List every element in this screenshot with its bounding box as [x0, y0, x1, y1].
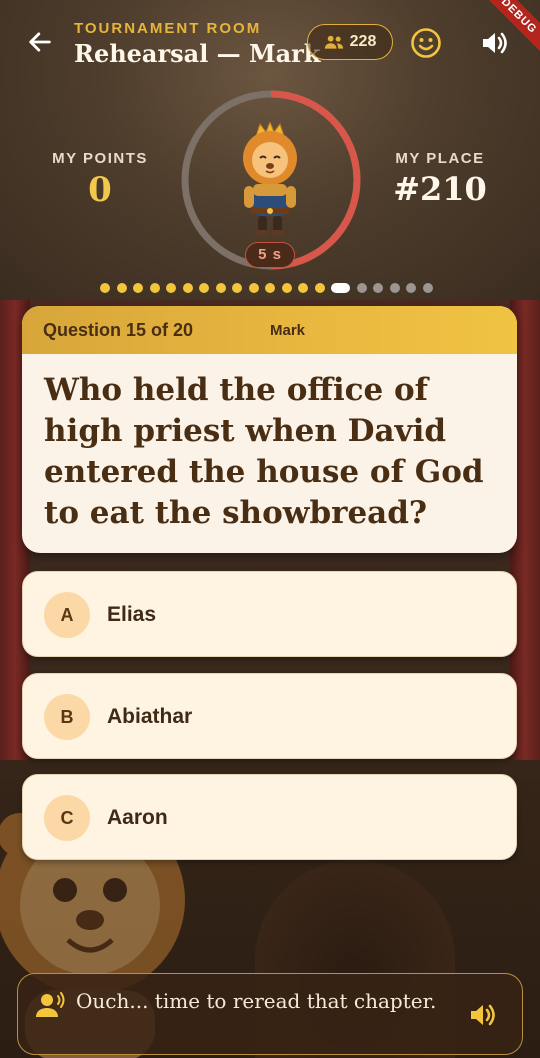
progress-dot — [265, 283, 275, 293]
back-button[interactable] — [22, 24, 58, 60]
speaker-icon[interactable] — [468, 1000, 498, 1030]
answer-option-a[interactable]: A Elias — [22, 571, 517, 657]
progress-dot — [298, 283, 308, 293]
progress-dot — [133, 283, 143, 293]
players-count: 228 — [349, 33, 377, 50]
answer-text: Aaron — [107, 806, 168, 829]
progress-dot — [116, 283, 127, 293]
progress-dot — [356, 283, 367, 293]
progress-dot — [182, 283, 193, 293]
progress-dot — [373, 283, 383, 293]
progress-dot — [422, 283, 433, 293]
answer-letter-badge: B — [44, 694, 90, 740]
room-title: Rehearsal — Mark — [74, 39, 321, 68]
my-place-label: MY PLACE — [395, 150, 485, 167]
progress-dot — [281, 283, 292, 293]
lion-mascot-icon — [243, 122, 297, 236]
question-number: Question 15 of 20 — [43, 320, 194, 340]
answer-option-c[interactable]: C Aaron — [22, 774, 517, 860]
answer-option-b[interactable]: B Abiathar — [22, 673, 517, 759]
feedback-bar: Ouch... time to reread that chapter. — [17, 973, 523, 1055]
question-progress-dots — [100, 283, 433, 293]
progress-dot — [314, 283, 325, 293]
progress-dot — [149, 283, 160, 293]
progress-dot — [406, 283, 416, 293]
progress-dot — [166, 283, 176, 293]
feedback-text: Ouch... time to reread that chapter. — [76, 989, 437, 1013]
progress-dot-current — [331, 283, 350, 293]
progress-dot — [199, 283, 209, 293]
progress-dot — [232, 283, 242, 293]
question-card: Question 15 of 20 Mark Who held the offi… — [22, 306, 517, 553]
question-player-name: Mark — [270, 322, 306, 339]
answer-text: Elias — [107, 603, 157, 626]
arrow-left-icon — [29, 32, 51, 52]
speaker-icon[interactable] — [480, 28, 510, 58]
timer-seconds-badge: 5 s — [245, 242, 295, 268]
answer-letter-badge: C — [44, 795, 90, 841]
speaking-person-icon — [36, 992, 65, 1017]
answer-letter-badge: A — [44, 592, 90, 638]
players-count-pill[interactable]: 228 — [307, 24, 393, 60]
question-text: Who held the office of high priest when … — [44, 372, 484, 531]
progress-dot — [248, 283, 259, 293]
question-card-header: Question 15 of 20 Mark — [22, 306, 517, 354]
my-points-value: 0 — [88, 170, 112, 210]
room-label: TOURNAMENT ROOM — [74, 20, 262, 37]
progress-dot — [215, 283, 226, 293]
smiley-icon[interactable] — [410, 27, 442, 59]
answer-text: Abiathar — [107, 705, 193, 728]
progress-dot — [389, 283, 400, 293]
my-points-label: MY POINTS — [52, 150, 148, 167]
my-place-value: #210 — [393, 170, 487, 208]
people-icon — [324, 35, 343, 49]
progress-dot — [100, 283, 110, 293]
